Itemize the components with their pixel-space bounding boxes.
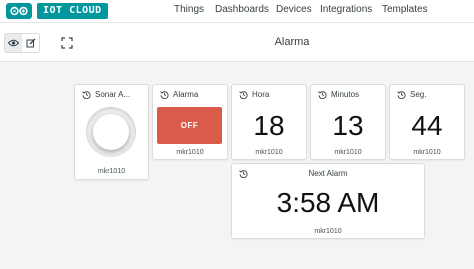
device-label: mkr1010 — [176, 149, 204, 156]
minutos-widget: Minutos 13 mkr1010 — [310, 84, 386, 160]
hora-widget: Hora 18 mkr1010 — [231, 84, 307, 160]
nav-integrations[interactable]: Integrations — [320, 4, 372, 15]
alarm-switch-button[interactable]: OFF — [157, 107, 222, 144]
device-label: mkr1010 — [97, 168, 126, 175]
fullscreen-icon — [61, 37, 73, 49]
sonar-knob-handle[interactable] — [93, 114, 129, 150]
seg-value: 44 — [411, 110, 443, 141]
device-label: mkr1010 — [255, 149, 283, 156]
sonar-widget[interactable]: Sonar A... mkr1010 — [74, 84, 149, 180]
seg-widget: Seg. 44 mkr1010 — [389, 84, 465, 160]
history-icon[interactable] — [239, 90, 248, 99]
fullscreen-button[interactable] — [61, 36, 73, 49]
view-mode-button[interactable] — [5, 34, 22, 52]
sonar-knob[interactable] — [86, 107, 136, 157]
nav-things[interactable]: Things — [174, 4, 204, 15]
view-mode-toggle — [4, 33, 40, 53]
widget-title: Seg. — [410, 90, 427, 99]
widget-title: Hora — [252, 90, 270, 99]
dashboard-title: Alarma — [274, 36, 310, 48]
edit-mode-button[interactable] — [22, 34, 39, 52]
alarma-widget: Alarma OFF mkr1010 — [152, 84, 228, 160]
next-alarm-value: 3:58 AM — [276, 187, 380, 218]
nav-templates[interactable]: Templates — [382, 4, 428, 15]
device-label: mkr1010 — [334, 149, 362, 156]
history-icon[interactable] — [82, 90, 91, 99]
edit-pencil-icon — [26, 38, 35, 48]
device-label: mkr1010 — [413, 149, 441, 156]
history-icon[interactable] — [397, 90, 406, 99]
widget-title: Next Alarm — [308, 169, 348, 178]
dashboard-toolbar: Alarma — [0, 23, 474, 62]
eye-icon — [8, 39, 19, 47]
device-label: mkr1010 — [314, 228, 342, 235]
history-icon[interactable] — [160, 90, 169, 99]
top-navigation-bar: IOT CLOUD Things Dashboards Devices Inte… — [0, 0, 474, 23]
widget-title: Alarma — [173, 90, 199, 99]
nav-devices[interactable]: Devices — [276, 4, 312, 15]
hora-value: 18 — [253, 110, 285, 141]
widget-title: Minutos — [331, 90, 360, 99]
widget-title: Sonar A... — [95, 90, 131, 99]
brand[interactable]: IOT CLOUD — [6, 3, 108, 19]
next-alarm-widget: Next Alarm 3:58 AM mkr1010 — [231, 163, 425, 239]
minutos-value: 13 — [332, 110, 364, 141]
nav-dashboards[interactable]: Dashboards — [215, 4, 269, 15]
history-icon[interactable] — [318, 90, 327, 99]
brand-name: IOT CLOUD — [37, 3, 108, 19]
arduino-logo-icon — [6, 3, 32, 19]
